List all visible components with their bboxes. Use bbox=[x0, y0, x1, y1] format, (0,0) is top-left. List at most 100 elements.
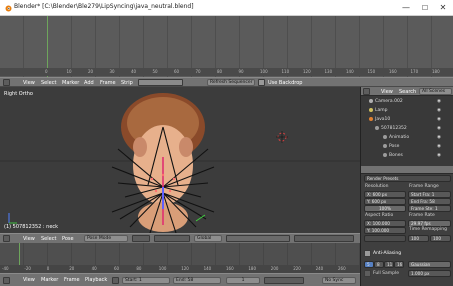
3d-viewport[interactable]: Right Ortho (1) 507812352: neck bbox=[0, 87, 360, 233]
menu-marker-timeline[interactable]: Marker bbox=[41, 277, 58, 283]
mode-selector[interactable]: Pose Mode bbox=[84, 235, 128, 242]
visibility-eye-icon[interactable]: ◉ bbox=[437, 116, 441, 124]
manipulator-icons[interactable] bbox=[154, 235, 190, 242]
aa-sample-16[interactable]: 16 bbox=[394, 261, 404, 268]
visibility-eye-icon[interactable]: ◉ bbox=[437, 143, 441, 151]
outliner-item[interactable]: Camera.002 ◉ bbox=[361, 98, 453, 106]
editor-type-icon-3d[interactable] bbox=[3, 235, 10, 242]
playback-controls[interactable] bbox=[264, 277, 304, 284]
menu-playback[interactable]: Playback bbox=[85, 277, 107, 283]
sequencer-ruler[interactable]: 0 10 20 30 40 50 60 70 80 90 100 110 120 130 140 150 160… bbox=[0, 68, 453, 76]
backdrop-checkbox[interactable] bbox=[258, 79, 265, 86]
close-button[interactable]: ✕ bbox=[435, 2, 451, 13]
menu-view-3d[interactable]: View bbox=[23, 236, 35, 242]
sync-selector[interactable]: No Sync bbox=[322, 277, 356, 284]
menu-view-timeline[interactable]: View bbox=[23, 277, 35, 283]
time-remap-new[interactable]: 100 bbox=[430, 235, 451, 242]
editor-type-icon[interactable] bbox=[3, 79, 10, 86]
menu-select-3d[interactable]: Select bbox=[41, 236, 56, 242]
end-frame-field[interactable]: End: 58 bbox=[173, 277, 221, 284]
timeline-header: View Marker Frame Playback Start: 1 End:… bbox=[0, 273, 360, 286]
menu-view[interactable]: View bbox=[23, 80, 35, 86]
menu-marker[interactable]: Marker bbox=[62, 80, 79, 86]
menu-frame[interactable]: Frame bbox=[100, 80, 116, 86]
object-type-icon bbox=[369, 116, 373, 121]
properties-tab-bar[interactable] bbox=[361, 166, 453, 174]
resolution-y-field[interactable]: Y: 600 px bbox=[364, 198, 406, 205]
timeline-tick-label: 180 bbox=[248, 266, 257, 271]
timeline-ruler[interactable]: -40 -20 0 20 40 60 80 100 120 140 160 180 200 220 240 2… bbox=[0, 265, 360, 273]
end-frame-prop[interactable]: End Fra: 58 bbox=[408, 198, 451, 205]
object-type-icon bbox=[383, 143, 387, 148]
outliner-header: View Search All Scenes bbox=[361, 87, 453, 96]
full-sample-label: Full Sample bbox=[373, 271, 399, 276]
layer-buttons[interactable] bbox=[226, 235, 290, 242]
outliner-menu-search[interactable]: Search bbox=[399, 89, 416, 95]
editor-type-icon-timeline[interactable] bbox=[3, 277, 10, 284]
outliner-item[interactable]: Pose ◉ bbox=[361, 143, 453, 151]
filter-size-field[interactable]: 1.000 px bbox=[408, 270, 451, 277]
sequencer-tick-label: 100 bbox=[260, 69, 268, 74]
aa-sample-11[interactable]: 11 bbox=[384, 261, 394, 268]
resolution-x-field[interactable]: X: 600 px bbox=[364, 191, 406, 198]
maximize-button[interactable]: ☐ bbox=[417, 2, 433, 13]
visibility-eye-icon[interactable]: ◉ bbox=[437, 134, 441, 142]
menu-pose[interactable]: Pose bbox=[62, 236, 74, 242]
aspect-x-field[interactable]: X: 100.000 bbox=[364, 220, 406, 227]
timeline-area[interactable]: -40 -20 0 20 40 60 80 100 120 140 160 180 200 220 240 2… bbox=[0, 243, 360, 273]
frame-rate-selector[interactable]: 29.97 fps bbox=[408, 220, 451, 227]
start-frame-prop[interactable]: Start Fra: 1 bbox=[408, 191, 451, 198]
time-remapping-label: Time Remapping bbox=[409, 227, 447, 232]
scene-filter-selector[interactable]: All Scenes bbox=[419, 88, 452, 95]
menu-add[interactable]: Add bbox=[84, 80, 94, 86]
properties-panel[interactable]: Render Presets Resolution Frame Range X:… bbox=[360, 166, 453, 286]
outliner-item[interactable]: 507812352 ◉ bbox=[361, 125, 453, 133]
minimize-button[interactable]: — bbox=[398, 2, 414, 13]
sequencer-tick-label: 50 bbox=[152, 69, 158, 74]
anti-aliasing-checkbox[interactable] bbox=[364, 250, 371, 257]
start-frame-field[interactable]: Start: 1 bbox=[122, 277, 170, 284]
view-type-selector[interactable] bbox=[138, 79, 183, 86]
outliner-panel[interactable]: View Search All Scenes Camera.002 ◉ Lamp ◉ J… bbox=[360, 87, 453, 166]
orientation-selector[interactable]: Global bbox=[194, 235, 222, 242]
menu-frame-timeline[interactable]: Frame bbox=[64, 277, 80, 283]
visibility-eye-icon[interactable]: ◉ bbox=[437, 107, 441, 115]
aa-filter-selector[interactable]: Gaussian bbox=[408, 261, 451, 268]
aa-sample-8[interactable]: 8 bbox=[374, 261, 384, 268]
aspect-y-field[interactable]: Y: 100.000 bbox=[364, 227, 406, 234]
sequencer-tick-label: 10 bbox=[66, 69, 72, 74]
current-frame-field[interactable]: 1 bbox=[226, 277, 260, 284]
anti-aliasing-label: Anti-Aliasing bbox=[373, 251, 402, 256]
outliner-item-label: Animatio bbox=[389, 135, 410, 140]
sequencer-tick-label: 120 bbox=[303, 69, 311, 74]
outliner-item[interactable]: Animatio ◉ bbox=[361, 134, 453, 142]
visibility-eye-icon[interactable]: ◉ bbox=[437, 152, 441, 160]
3d-cursor bbox=[276, 131, 288, 143]
frame-step-prop[interactable]: Frame Ste: 1 bbox=[408, 205, 451, 212]
use-preview-range-toggle[interactable] bbox=[112, 277, 119, 284]
aa-sample-5[interactable]: 5 bbox=[364, 261, 374, 268]
menu-select[interactable]: Select bbox=[41, 80, 56, 86]
timeline-tick-label: -40 bbox=[2, 266, 9, 271]
full-sample-checkbox[interactable] bbox=[364, 270, 371, 277]
outliner-editor-icon[interactable] bbox=[363, 88, 370, 95]
timeline-tick-label: 160 bbox=[226, 266, 234, 271]
sequencer-tick-label: 0 bbox=[45, 69, 48, 74]
outliner-menu-view[interactable]: View bbox=[381, 89, 393, 95]
refresh-sequencer-button[interactable]: Refresh Sequencer bbox=[207, 79, 256, 86]
timeline-tick-label: 140 bbox=[203, 266, 212, 271]
resolution-percent-field[interactable]: 100% bbox=[364, 205, 406, 212]
visibility-eye-icon[interactable]: ◉ bbox=[437, 98, 441, 106]
border-crop-toggles[interactable] bbox=[364, 235, 406, 242]
snap-and-pose-tools[interactable] bbox=[294, 235, 354, 242]
outliner-item[interactable]: Java10 ◉ bbox=[361, 116, 453, 124]
sequencer-tick-label: 20 bbox=[88, 69, 94, 74]
end-frame-label: End: bbox=[176, 278, 187, 283]
outliner-item[interactable]: Bones ◉ bbox=[361, 152, 453, 160]
visibility-eye-icon[interactable]: ◉ bbox=[437, 125, 441, 133]
time-remap-old[interactable]: 100 bbox=[408, 235, 429, 242]
outliner-item[interactable]: Lamp ◉ bbox=[361, 107, 453, 115]
shading-selector[interactable] bbox=[132, 235, 150, 242]
menu-strip[interactable]: Strip bbox=[121, 80, 133, 86]
render-presets-field[interactable]: Render Presets bbox=[364, 175, 451, 182]
